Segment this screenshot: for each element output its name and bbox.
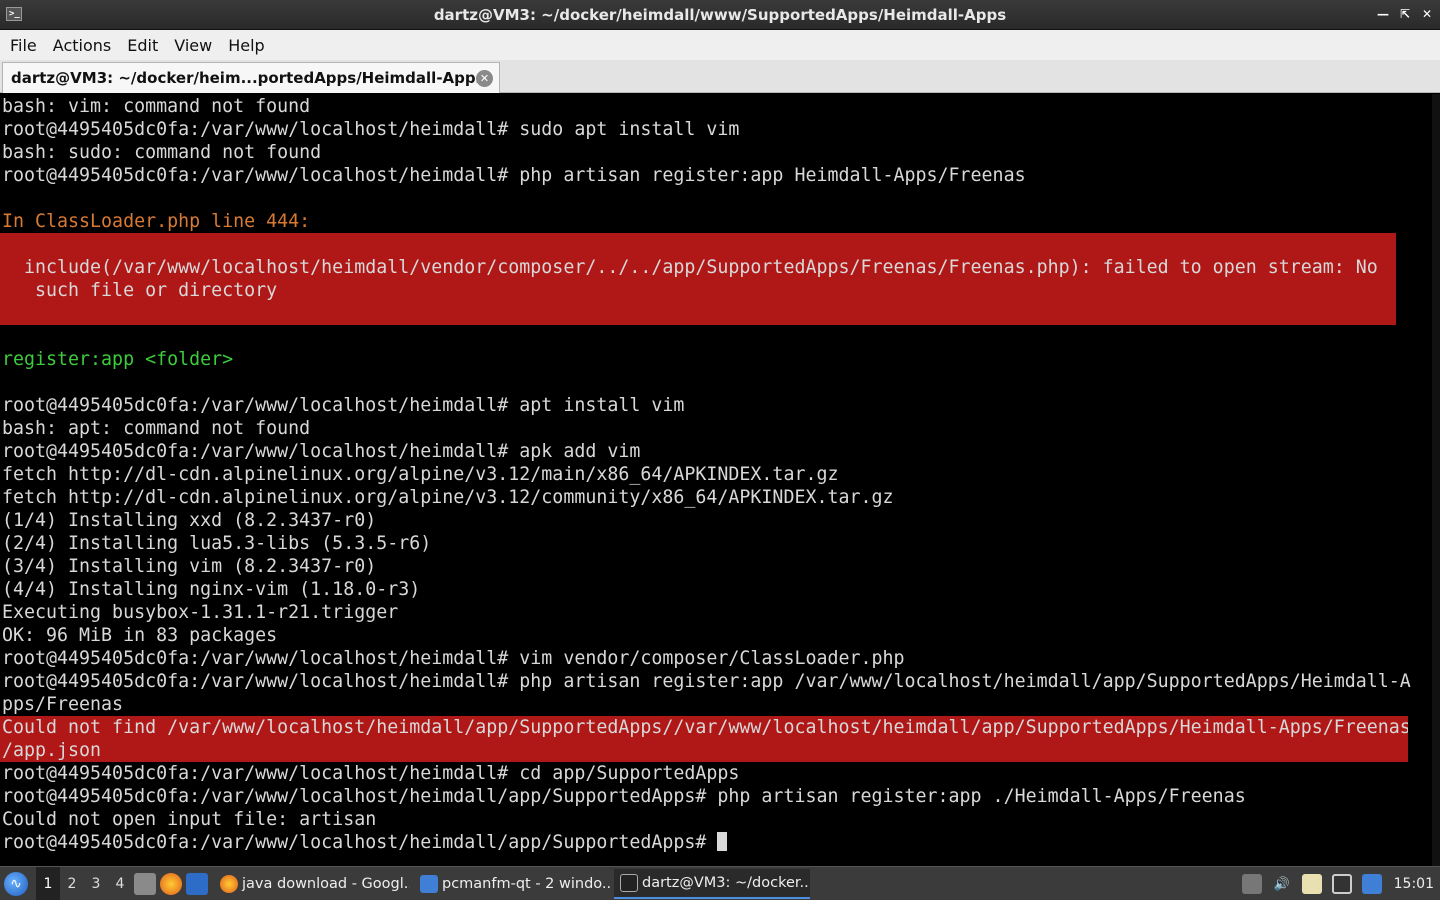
clock: 15:01 xyxy=(1393,876,1434,892)
terminal-line: root@4495405dc0fa:/var/www/localhost/hei… xyxy=(2,648,905,669)
tab-terminal[interactable]: dartz@VM3: ~/docker/heim...portedApps/He… xyxy=(2,62,500,93)
task-label: pcmanfm-qt - 2 windo... xyxy=(442,875,610,892)
window-titlebar[interactable]: >_ dartz@VM3: ~/docker/heimdall/www/Supp… xyxy=(0,0,1440,30)
terminal-output[interactable]: bash: vim: command not found root@4495405… xyxy=(0,94,1440,866)
clipboard-icon[interactable] xyxy=(1301,874,1322,894)
terminal-line: root@4495405dc0fa:/var/www/localhost/hei… xyxy=(2,763,740,784)
terminal-app-icon: >_ xyxy=(6,7,22,21)
terminal-line: (3/4) Installing vim (8.2.3437-r0) xyxy=(2,556,377,577)
terminal-line: In ClassLoader.php line 444: xyxy=(2,211,311,232)
task-file-manager[interactable]: pcmanfm-qt - 2 windo... xyxy=(414,869,610,899)
update-icon[interactable] xyxy=(1361,874,1382,894)
network-icon[interactable] xyxy=(1241,874,1262,894)
workspace-1[interactable]: 1 xyxy=(36,866,60,900)
terminal-line: Could not find /var/www/localhost/heimda… xyxy=(0,716,1408,739)
terminal-icon xyxy=(620,873,638,892)
file-manager-icon[interactable] xyxy=(134,872,156,895)
minimize-icon[interactable]: — xyxy=(1376,5,1390,23)
terminal-line: root@4495405dc0fa:/var/www/localhost/hei… xyxy=(2,831,1440,854)
tab-label: dartz@VM3: ~/docker/heim...portedApps/He… xyxy=(11,69,485,87)
terminal-line: bash: vim: command not found xyxy=(2,96,311,117)
prompt-text: root@4495405dc0fa:/var/www/localhost/hei… xyxy=(2,832,718,853)
menu-bar: File Actions Edit View Help xyxy=(0,30,1440,60)
menu-edit[interactable]: Edit xyxy=(119,36,166,55)
terminal-line: Executing busybox-1.31.1-r21.trigger xyxy=(2,602,399,623)
display-icon[interactable] xyxy=(1331,874,1352,894)
menu-view[interactable]: View xyxy=(166,36,220,55)
terminal-line: /app.json xyxy=(0,739,1408,762)
terminal-line: root@4495405dc0fa:/var/www/localhost/hei… xyxy=(2,119,740,140)
tab-bar: dartz@VM3: ~/docker/heim...portedApps/He… xyxy=(0,60,1440,93)
terminal-line: include(/var/www/localhost/heimdall/vend… xyxy=(0,256,1396,279)
firefox-icon[interactable] xyxy=(160,872,182,895)
terminal-line: bash: apt: command not found xyxy=(2,418,311,439)
workspace-2[interactable]: 2 xyxy=(60,867,84,900)
cursor xyxy=(717,832,728,851)
terminal-line: (1/4) Installing xxd (8.2.3437-r0) xyxy=(2,510,377,531)
terminal-line: root@4495405dc0fa:/var/www/localhost/hei… xyxy=(2,786,1246,807)
task-label: java download - Googl... xyxy=(242,875,410,892)
system-tray: 🔊 15:01 xyxy=(1241,867,1440,900)
terminal-scrollbar[interactable] xyxy=(1432,94,1440,866)
terminal-line: bash: sudo: command not found xyxy=(2,142,322,163)
terminal-line: pps/Freenas xyxy=(2,694,124,715)
folder-icon xyxy=(420,874,438,893)
window-controls: — ⇱ ✕ xyxy=(1376,5,1434,23)
menu-actions[interactable]: Actions xyxy=(45,36,119,55)
terminal-line: register:app <folder> xyxy=(2,349,234,370)
start-menu-icon[interactable]: ∿ xyxy=(4,871,28,896)
terminal-line xyxy=(0,302,1396,325)
terminal-line: fetch http://dl-cdn.alpinelinux.org/alpi… xyxy=(2,464,839,485)
firefox-icon xyxy=(220,874,238,893)
menu-file[interactable]: File xyxy=(2,36,45,55)
terminal-line: root@4495405dc0fa:/var/www/localhost/hei… xyxy=(2,165,1026,186)
show-desktop-icon[interactable] xyxy=(186,872,208,895)
close-icon[interactable]: ✕ xyxy=(476,70,493,87)
terminal-line: fetch http://dl-cdn.alpinelinux.org/alpi… xyxy=(2,487,894,508)
volume-icon[interactable]: 🔊 xyxy=(1272,874,1292,894)
menu-help[interactable]: Help xyxy=(220,36,272,55)
terminal-line: OK: 96 MiB in 83 packages xyxy=(2,625,278,646)
terminal-line xyxy=(0,233,1396,256)
window-title: dartz@VM3: ~/docker/heimdall/www/Support… xyxy=(433,5,1007,24)
terminal-line: root@4495405dc0fa:/var/www/localhost/hei… xyxy=(2,671,1411,692)
terminal-line: (4/4) Installing nginx-vim (1.18.0-r3) xyxy=(2,579,421,600)
terminal-line: Could not open input file: artisan xyxy=(2,809,377,830)
maximize-icon[interactable]: ⇱ xyxy=(1398,5,1412,23)
workspace-3[interactable]: 3 xyxy=(84,867,108,900)
task-label: dartz@VM3: ~/docker... xyxy=(642,874,810,891)
terminal-line: root@4495405dc0fa:/var/www/localhost/hei… xyxy=(2,395,685,416)
terminal-line: such file or directory xyxy=(0,279,1396,302)
close-icon[interactable]: ✕ xyxy=(1420,5,1434,23)
terminal-line: root@4495405dc0fa:/var/www/localhost/hei… xyxy=(2,441,641,462)
terminal-line: (2/4) Installing lua5.3-libs (5.3.5-r6) xyxy=(2,533,432,554)
workspace-4[interactable]: 4 xyxy=(108,867,132,900)
taskbar: ∿ 1 2 3 4 java download - Googl... pcman… xyxy=(0,866,1440,900)
task-browser[interactable]: java download - Googl... xyxy=(214,869,410,899)
task-terminal[interactable]: dartz@VM3: ~/docker... xyxy=(614,868,810,899)
